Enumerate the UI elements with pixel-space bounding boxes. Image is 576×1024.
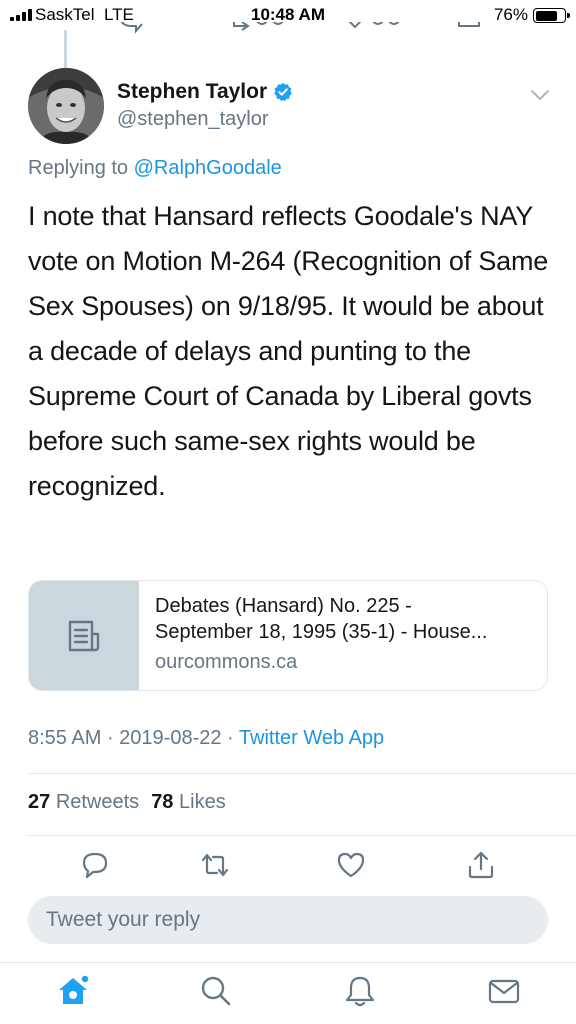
engagement-stats: 27 Retweets 78 Likes xyxy=(28,791,226,814)
card-domain: ourcommons.ca xyxy=(155,651,298,673)
divider xyxy=(28,773,576,774)
tweet-time: 8:55 AM xyxy=(28,727,102,749)
home-icon[interactable] xyxy=(55,973,91,1009)
author-handle[interactable]: @stephen_taylor xyxy=(117,108,269,131)
tweet-action-bar xyxy=(0,850,576,880)
document-icon xyxy=(68,620,100,651)
bell-icon[interactable] xyxy=(342,973,378,1009)
divider xyxy=(28,835,576,836)
battery-icon xyxy=(533,8,570,23)
search-icon[interactable] xyxy=(198,973,234,1009)
retweets-stat[interactable]: 27 Retweets xyxy=(28,791,139,814)
author-name-row[interactable]: Stephen Taylor xyxy=(117,80,293,104)
chevron-down-icon[interactable] xyxy=(530,88,550,102)
reply-composer[interactable] xyxy=(28,896,548,944)
author-display-name[interactable]: Stephen Taylor xyxy=(117,80,267,104)
retweet-icon[interactable] xyxy=(200,850,230,880)
tweet-date: 2019-08-22 xyxy=(119,727,222,749)
reply-input[interactable] xyxy=(28,896,548,944)
bottom-tab-bar xyxy=(0,962,576,1024)
share-icon[interactable] xyxy=(466,850,496,880)
link-preview-card[interactable]: Debates (Hansard) No. 225 - September 18… xyxy=(28,580,548,691)
card-body: Debates (Hansard) No. 225 - September 18… xyxy=(139,581,547,690)
likes-stat[interactable]: 78 Likes xyxy=(151,791,226,814)
reply-icon[interactable] xyxy=(80,850,110,880)
replying-to-line: Replying to @RalphGoodale xyxy=(28,157,282,179)
tweet-text: I note that Hansard reflects Goodale's N… xyxy=(28,201,549,501)
previous-tweet-actions xyxy=(0,22,576,38)
thread-connector-line xyxy=(64,30,67,68)
card-title-line-1: Debates (Hansard) No. 225 - xyxy=(155,595,412,617)
replying-to-mention[interactable]: @RalphGoodale xyxy=(134,157,282,179)
heart-icon[interactable] xyxy=(336,850,366,880)
tweet-source-link[interactable]: Twitter Web App xyxy=(239,727,384,749)
mail-icon[interactable] xyxy=(486,973,522,1009)
tweet-metadata: 8:55 AM · 2019-08-22 · Twitter Web App xyxy=(28,727,385,749)
card-title-line-2: September 18, 1995 (35-1) - House... xyxy=(155,621,488,643)
card-thumbnail xyxy=(29,581,139,690)
verified-badge-icon xyxy=(274,82,292,102)
avatar[interactable] xyxy=(28,68,104,144)
